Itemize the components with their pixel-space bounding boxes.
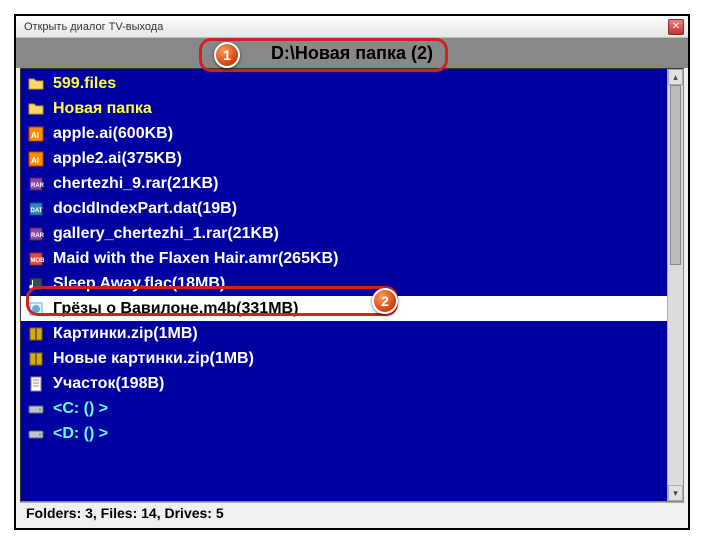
ai-icon: AI — [27, 125, 45, 143]
svg-text:AI: AI — [31, 131, 39, 140]
dat-icon: DAT — [27, 200, 45, 218]
scroll-up-icon[interactable]: ▴ — [668, 69, 683, 85]
file-item[interactable]: Грёзы о Вавилоне.m4b(331MB) — [21, 296, 667, 321]
item-label: <C: () > — [53, 400, 108, 418]
folder-item[interactable]: Новая папка — [21, 96, 667, 121]
drive-icon — [27, 425, 45, 443]
file-item[interactable]: AI apple.ai(600KB) — [21, 121, 667, 146]
scroll-down-icon[interactable]: ▾ — [668, 485, 683, 501]
item-label: Грёзы о Вавилоне.m4b(331MB) — [53, 300, 298, 318]
file-item[interactable]: RAR gallery_chertezhi_1.rar(21KB) — [21, 221, 667, 246]
item-label: chertezhi_9.rar(21KB) — [53, 175, 218, 193]
folder-item[interactable]: 599.files — [21, 71, 667, 96]
m4b-icon — [27, 300, 45, 318]
folder-icon — [27, 75, 45, 93]
zip-icon — [27, 325, 45, 343]
annotation-badge-1: 1 — [214, 42, 240, 68]
item-label: apple2.ai(375KB) — [53, 150, 182, 168]
item-label: Новая папка — [53, 100, 152, 118]
item-label: docIdIndexPart.dat(19B) — [53, 200, 237, 218]
drive-item[interactable]: <C: () > — [21, 396, 667, 421]
item-label: 599.files — [53, 75, 116, 93]
path-bar: D:\Новая папка (2) — [16, 38, 688, 68]
drive-icon — [27, 400, 45, 418]
file-item[interactable]: AI apple2.ai(375KB) — [21, 146, 667, 171]
file-item[interactable]: Участок(198B) — [21, 371, 667, 396]
item-label: apple.ai(600KB) — [53, 125, 173, 143]
svg-text:MOB: MOB — [31, 258, 45, 264]
rar-icon: RAR — [27, 225, 45, 243]
file-item[interactable]: DAT docIdIndexPart.dat(19B) — [21, 196, 667, 221]
zip-icon — [27, 350, 45, 368]
item-label: Sleep Away.flac(18MB) — [53, 275, 225, 293]
item-label: Maid with the Flaxen Hair.amr(265KB) — [53, 250, 338, 268]
status-bar: Folders: 3, Files: 14, Drives: 5 — [20, 502, 684, 524]
item-label: Новые картинки.zip(1MB) — [53, 350, 254, 368]
file-item[interactable]: Sleep Away.flac(18MB) — [21, 271, 667, 296]
svg-text:DAT: DAT — [31, 208, 43, 214]
annotation-badge-2: 2 — [372, 288, 398, 314]
item-label: <D: () > — [53, 425, 108, 443]
svg-text:AI: AI — [31, 156, 39, 165]
file-area: 599.files Новая папка AI apple.ai(600KB) AI a… — [20, 68, 684, 502]
current-path: D:\Новая папка (2) — [271, 43, 433, 64]
file-item[interactable]: RAR chertezhi_9.rar(21KB) — [21, 171, 667, 196]
titlebar: Открыть диалог TV-выхода ✕ — [16, 16, 688, 38]
generic-icon — [27, 375, 45, 393]
file-list[interactable]: 599.files Новая папка AI apple.ai(600KB) AI a… — [21, 69, 667, 501]
item-label: Картинки.zip(1MB) — [53, 325, 198, 343]
file-item[interactable]: MOB Maid with the Flaxen Hair.amr(265KB) — [21, 246, 667, 271]
file-item[interactable]: Новые картинки.zip(1MB) — [21, 346, 667, 371]
rar-icon: RAR — [27, 175, 45, 193]
item-label: Участок(198B) — [53, 375, 164, 393]
scrollbar[interactable]: ▴ ▾ — [667, 69, 683, 501]
svg-text:RAR: RAR — [31, 183, 44, 189]
scroll-thumb[interactable] — [670, 85, 681, 265]
dialog-window: Открыть диалог TV-выхода ✕ D:\Новая папк… — [14, 14, 690, 530]
ai-icon: AI — [27, 150, 45, 168]
window-title: Открыть диалог TV-выхода — [20, 21, 668, 33]
amr-icon: MOB — [27, 250, 45, 268]
folder-icon — [27, 100, 45, 118]
flac-icon — [27, 275, 45, 293]
drive-item[interactable]: <D: () > — [21, 421, 667, 446]
file-item[interactable]: Картинки.zip(1MB) — [21, 321, 667, 346]
close-button[interactable]: ✕ — [668, 19, 684, 35]
item-label: gallery_chertezhi_1.rar(21KB) — [53, 225, 279, 243]
svg-text:RAR: RAR — [31, 233, 44, 239]
